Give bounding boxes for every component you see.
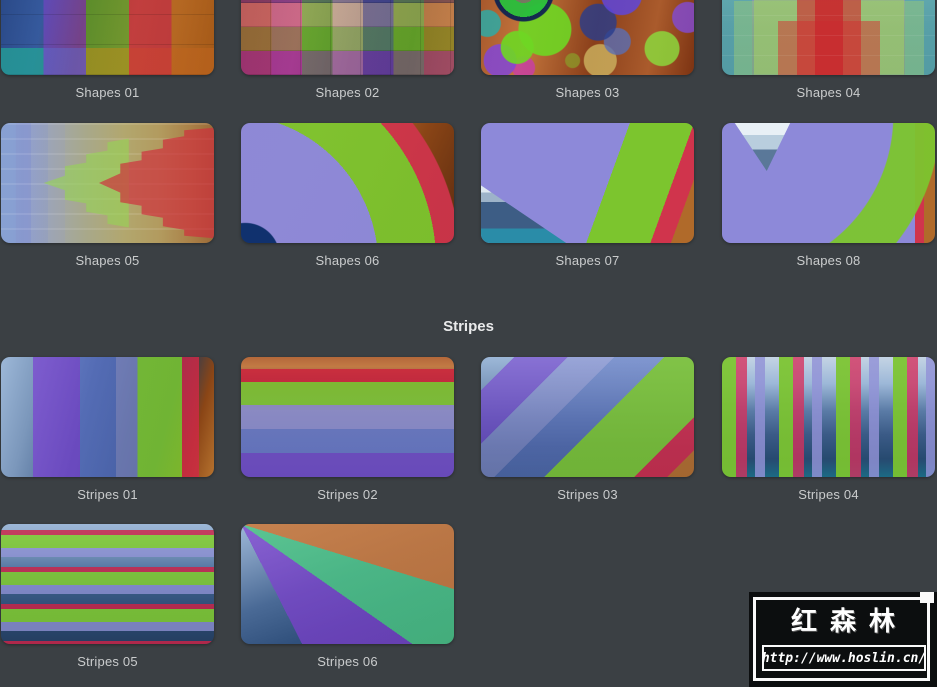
wallpaper-gallery-screen: Shapes 01 Shapes 02 Shapes 03 Shapes 04 …	[0, 0, 937, 687]
wallpaper-label: Shapes 08	[796, 253, 861, 268]
watermark-title: 红森林	[790, 606, 908, 636]
wallpaper-thumbnail-shapes-01[interactable]	[1, 0, 214, 75]
wallpaper-item-stripes-02[interactable]: Stripes 02	[241, 357, 454, 502]
wallpaper-item-stripes-01[interactable]: Stripes 01	[1, 357, 214, 502]
wallpaper-item-shapes-03[interactable]: Shapes 03	[481, 0, 694, 100]
watermark-url-box: http://www.hoslin.cn/	[762, 645, 926, 671]
wallpaper-label: Shapes 06	[315, 253, 380, 268]
wallpaper-label: Shapes 01	[75, 85, 140, 100]
wallpaper-item-shapes-05[interactable]: Shapes 05	[1, 123, 214, 268]
wallpaper-thumbnail-stripes-01[interactable]	[1, 357, 214, 477]
wallpaper-item-shapes-06[interactable]: Shapes 06	[241, 123, 454, 268]
wallpaper-label: Shapes 02	[315, 85, 380, 100]
wallpaper-label: Stripes 05	[77, 654, 138, 669]
wallpaper-label: Shapes 03	[555, 85, 620, 100]
wallpaper-item-shapes-07[interactable]: Shapes 07	[481, 123, 694, 268]
wallpaper-thumbnail-stripes-04[interactable]	[722, 357, 935, 477]
wallpaper-label: Stripes 01	[77, 487, 138, 502]
wallpaper-label: Stripes 02	[317, 487, 378, 502]
wallpaper-item-shapes-02[interactable]: Shapes 02	[241, 0, 454, 100]
wallpaper-thumbnail-shapes-03[interactable]	[481, 0, 694, 75]
wallpaper-item-shapes-01[interactable]: Shapes 01	[1, 0, 214, 100]
wallpaper-label: Shapes 07	[555, 253, 620, 268]
wallpaper-thumbnail-shapes-02[interactable]	[241, 0, 454, 75]
wallpaper-item-stripes-03[interactable]: Stripes 03	[481, 357, 694, 502]
wallpaper-thumbnail-stripes-03[interactable]	[481, 357, 694, 477]
wallpaper-thumbnail-shapes-07[interactable]	[481, 123, 694, 243]
wallpaper-thumbnail-shapes-05[interactable]	[1, 123, 214, 243]
wallpaper-item-shapes-04[interactable]: Shapes 04	[722, 0, 935, 100]
wallpaper-thumbnail-shapes-04[interactable]	[722, 0, 935, 75]
wallpaper-label: Stripes 06	[317, 654, 378, 669]
wallpaper-label: Stripes 04	[798, 487, 859, 502]
watermark-box: 红森林 http://www.hoslin.cn/	[749, 592, 937, 687]
wallpaper-label: Shapes 05	[75, 253, 140, 268]
section-header-stripes: Stripes	[443, 318, 494, 335]
wallpaper-label: Stripes 03	[557, 487, 618, 502]
wallpaper-item-stripes-04[interactable]: Stripes 04	[722, 357, 935, 502]
wallpaper-thumbnail-shapes-06[interactable]	[241, 123, 454, 243]
wallpaper-thumbnail-stripes-02[interactable]	[241, 357, 454, 477]
wallpaper-item-stripes-06[interactable]: Stripes 06	[241, 524, 454, 669]
wallpaper-thumbnail-stripes-05[interactable]	[1, 524, 214, 644]
wallpaper-label: Shapes 04	[796, 85, 861, 100]
wallpaper-thumbnail-shapes-08[interactable]	[722, 123, 935, 243]
watermark-url: http://www.hoslin.cn/	[761, 650, 927, 666]
wallpaper-item-shapes-08[interactable]: Shapes 08	[722, 123, 935, 268]
wallpaper-item-stripes-05[interactable]: Stripes 05	[1, 524, 214, 669]
wallpaper-thumbnail-stripes-06[interactable]	[241, 524, 454, 644]
